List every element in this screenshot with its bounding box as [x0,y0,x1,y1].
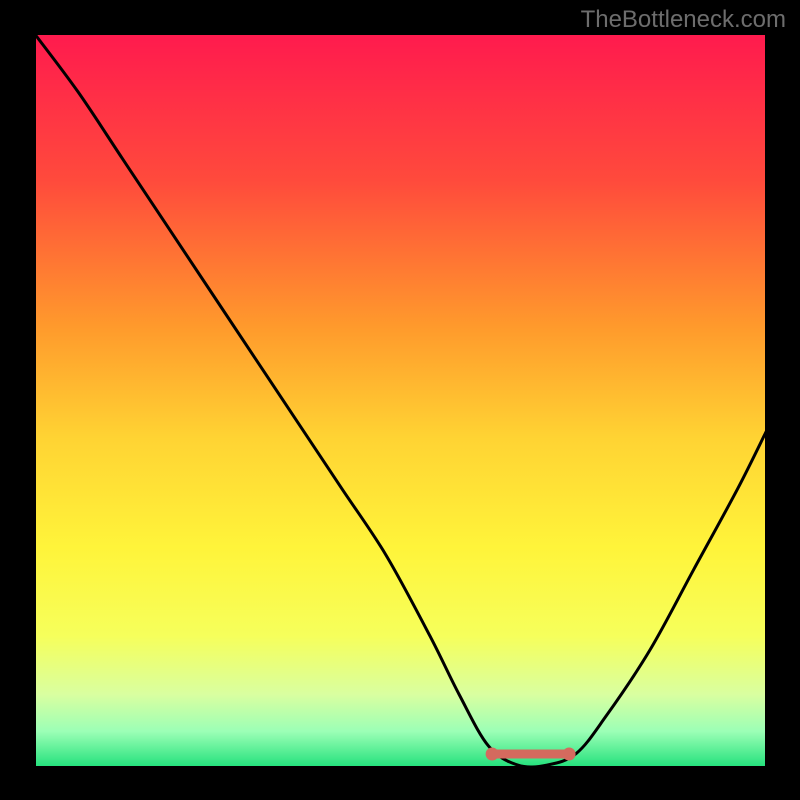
watermark-text: TheBottleneck.com [581,6,786,34]
chart-container: TheBottleneck.com [0,0,800,800]
plot-background [34,33,767,768]
bottleneck-chart [0,0,800,800]
